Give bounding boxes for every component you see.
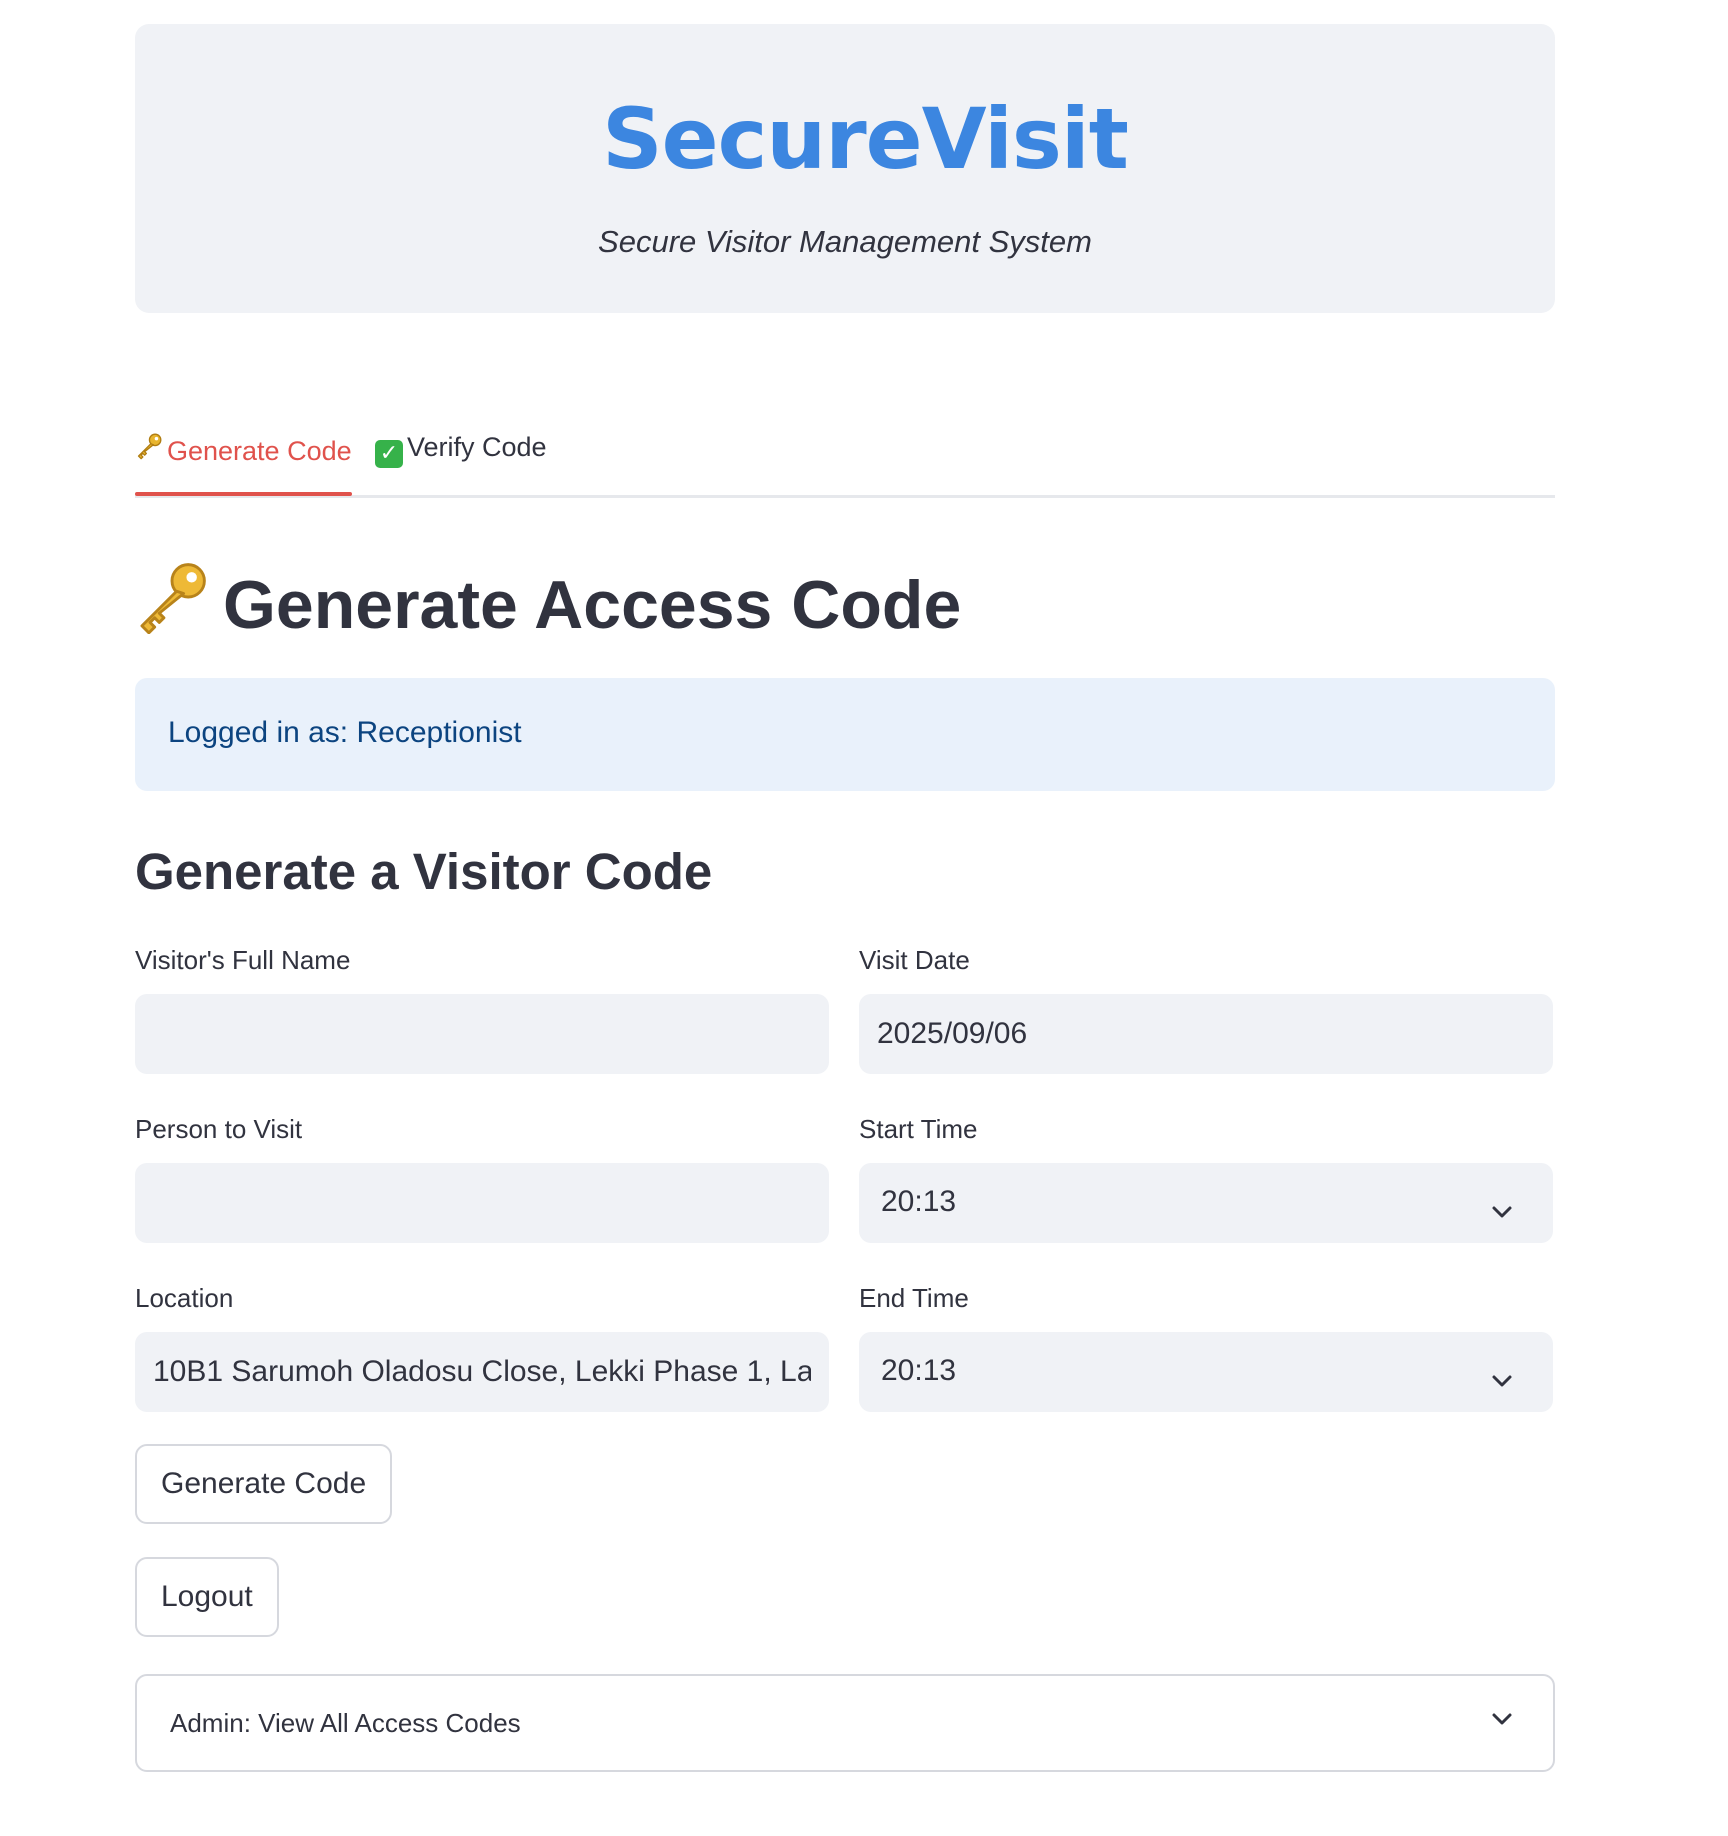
chevron-down-icon xyxy=(1491,1362,1513,1396)
admin-codes-expander[interactable]: Admin: View All Access Codes xyxy=(135,1674,1555,1772)
tab-generate-label: Generate Code xyxy=(167,436,352,466)
admin-expander-label: Admin: View All Access Codes xyxy=(170,1708,521,1738)
tab-verify-code[interactable]: ✓ Verify Code xyxy=(375,432,547,468)
start-time-label: Start Time xyxy=(859,1114,978,1144)
person-to-visit-input[interactable] xyxy=(135,1163,829,1243)
location-label: Location xyxy=(135,1283,234,1313)
logged-in-text: Logged in as: Receptionist xyxy=(168,716,522,749)
login-info-box: Logged in as: Receptionist xyxy=(135,678,1555,791)
end-time-label: End Time xyxy=(859,1283,969,1313)
visit-date-label: Visit Date xyxy=(859,945,970,975)
form-heading: Generate a Visitor Code xyxy=(135,843,713,900)
key-icon xyxy=(135,560,209,650)
start-time-value: 20:13 xyxy=(881,1185,957,1218)
generate-code-button[interactable]: Generate Code xyxy=(135,1444,393,1524)
page-title-text: Generate Access Code xyxy=(223,567,962,643)
visit-date-input[interactable] xyxy=(859,994,1553,1074)
tab-generate-code[interactable]: Generate Code xyxy=(135,432,352,496)
end-time-select[interactable]: 20:13 xyxy=(859,1332,1553,1412)
visitor-name-label: Visitor's Full Name xyxy=(135,945,351,975)
app-subtitle: Secure Visitor Management System xyxy=(598,224,1092,259)
end-time-value: 20:13 xyxy=(881,1354,957,1387)
tab-bar: Generate Code ✓ Verify Code xyxy=(135,420,1555,498)
logout-button[interactable]: Logout xyxy=(135,1557,279,1637)
app-title: SecureVisit xyxy=(602,90,1129,188)
key-icon xyxy=(135,432,163,467)
visitor-name-input[interactable] xyxy=(135,994,829,1074)
page-title: Generate Access Code xyxy=(135,560,961,650)
chevron-down-icon xyxy=(1491,1712,1513,1731)
start-time-select[interactable]: 20:13 xyxy=(859,1163,1553,1243)
tab-verify-label: Verify Code xyxy=(407,432,547,462)
person-to-visit-label: Person to Visit xyxy=(135,1114,303,1144)
check-mark-button-icon: ✓ xyxy=(375,440,403,468)
chevron-down-icon xyxy=(1491,1193,1513,1227)
location-input[interactable] xyxy=(135,1332,829,1412)
app-header-card: SecureVisit Secure Visitor Management Sy… xyxy=(135,24,1555,313)
